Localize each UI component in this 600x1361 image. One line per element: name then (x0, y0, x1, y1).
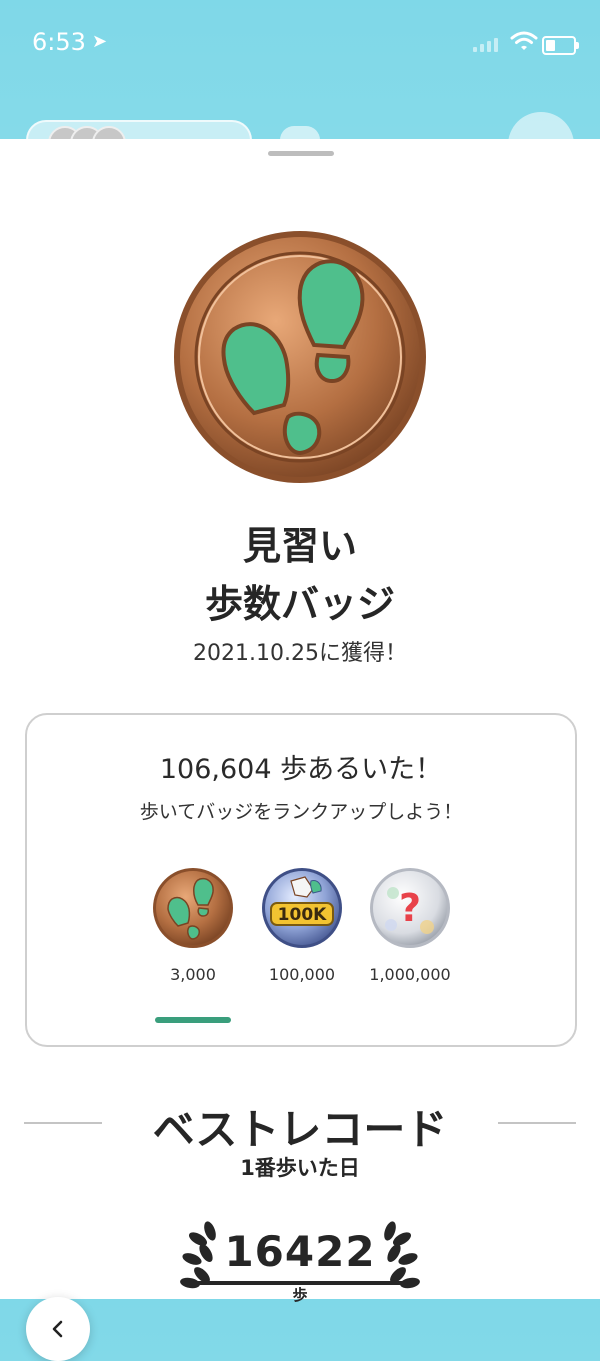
wifi-icon (510, 31, 538, 50)
back-button[interactable] (26, 1297, 90, 1361)
sheet-grabber[interactable] (268, 151, 334, 156)
status-bar: 6:53 ➤ (0, 0, 600, 90)
status-time: 6:53 (32, 28, 86, 56)
tier-bronze[interactable]: 3,000 (151, 867, 235, 984)
tier-locked[interactable]: ? 1,000,000 (368, 867, 452, 984)
best-record-subtitle: 1番歩いた日 (240, 1156, 360, 1180)
best-record-value: 16422 (224, 1227, 376, 1276)
svg-text:?: ? (399, 886, 421, 930)
tier-label: 1,000,000 (369, 965, 451, 984)
best-record-unit: 歩 (292, 1286, 308, 1304)
badge-acquired-date: 2021.10.25に獲得！ (193, 641, 407, 666)
sheet-tab (280, 126, 320, 140)
footprints-bronze-badge-icon (174, 231, 426, 483)
badge-detail-sheet: 見習い 歩数バッジ 2021.10.25に獲得！ 106,604 歩あるいた！ … (0, 139, 600, 1361)
badge-name: 歩数バッジ (204, 582, 395, 626)
svg-text:100K: 100K (278, 905, 327, 925)
silver-100k-badge-icon: 100K (262, 868, 342, 948)
badge-rank-name: 見習い (242, 524, 357, 568)
tier-label: 100,000 (268, 965, 336, 984)
best-record-title: ベストレコード (152, 1105, 448, 1154)
locked-question-badge-icon: ? (370, 868, 450, 948)
cellular-signal-icon (473, 38, 498, 52)
rankup-message: 歩いてバッジをランクアップしよう！ (139, 801, 463, 823)
tier-label: 3,000 (170, 965, 216, 984)
progress-card: 106,604 歩あるいた！ 歩いてバッジをランクアップしよう！ 3,000 1… (25, 713, 577, 1047)
location-arrow-icon: ➤ (92, 31, 108, 52)
selected-tier-indicator (155, 1017, 231, 1023)
total-steps: 106,604 歩あるいた！ (159, 754, 443, 785)
chevron-left-icon (52, 1320, 63, 1338)
tier-silver[interactable]: 100K 100,000 (260, 867, 344, 984)
battery-icon (542, 36, 579, 55)
bronze-footprints-badge-icon (153, 868, 233, 948)
